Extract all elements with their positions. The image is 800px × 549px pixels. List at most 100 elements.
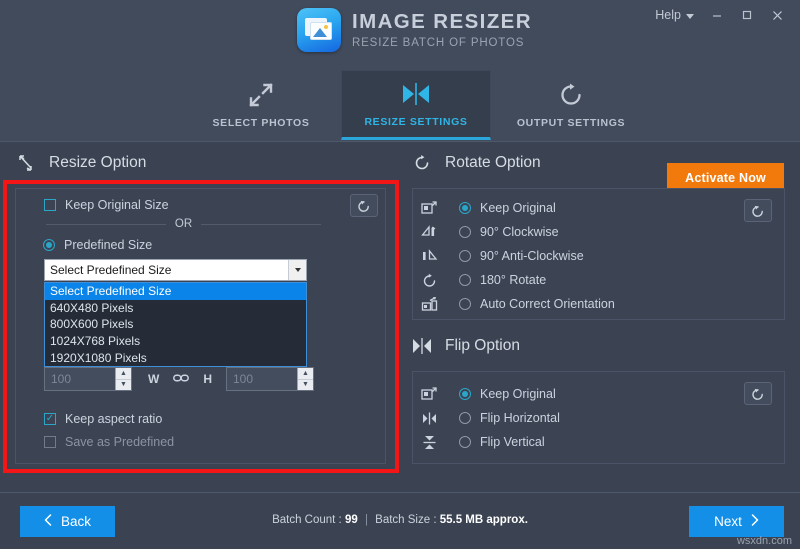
rotate-keep-original-radio[interactable]	[459, 202, 471, 214]
flip-keep-original-radio[interactable]	[459, 388, 471, 400]
rotate-option-180[interactable]: 180° Rotate	[413, 268, 784, 292]
flip-vertical-icon	[413, 434, 445, 451]
flip-option-keep-original[interactable]: Keep Original	[413, 382, 784, 406]
title-bar: IMAGE RESIZER RESIZE BATCH OF PHOTOS Hel…	[0, 0, 800, 62]
refresh-circle-icon	[561, 83, 581, 105]
dimension-row: 100 ▲ ▼ W H 100 ▲ ▼	[44, 367, 314, 391]
keep-original-size-checkbox[interactable]	[44, 199, 56, 211]
chevron-down-icon	[686, 13, 694, 19]
width-input[interactable]: 100	[45, 368, 115, 390]
rotate-option-90-anticlockwise[interactable]: 90° Anti-Clockwise	[413, 244, 784, 268]
auto-orient-icon	[413, 296, 445, 313]
minimize-icon[interactable]	[702, 1, 732, 29]
app-branding: IMAGE RESIZER RESIZE BATCH OF PHOTOS	[297, 8, 532, 52]
rotate-reset-button[interactable]	[744, 199, 772, 222]
image-stack-icon	[297, 8, 341, 52]
resize-hourglass-icon	[403, 82, 429, 105]
flip-horizontal-icon	[413, 410, 445, 427]
tab-resize-settings-label: RESIZE SETTINGS	[364, 115, 468, 128]
save-as-predefined-row[interactable]: Save as Predefined	[44, 435, 174, 449]
spinner-down-icon[interactable]: ▼	[116, 378, 131, 391]
rotate-option-keep-original[interactable]: Keep Original	[413, 196, 784, 220]
flip-option-title: Flip Option	[445, 337, 520, 354]
watermark: wsxdn.com	[736, 535, 792, 547]
tab-output-settings[interactable]: OUTPUT SETTINGS	[496, 70, 646, 140]
rotate-90-anticlockwise-radio[interactable]	[459, 250, 471, 262]
keep-original-icon	[413, 386, 445, 403]
tab-resize-settings[interactable]: RESIZE SETTINGS	[341, 70, 491, 140]
dropdown-option[interactable]: 800X600 Pixels	[45, 316, 306, 333]
diagonal-resize-icon	[16, 153, 36, 173]
dropdown-option[interactable]: 1024X768 Pixels	[45, 333, 306, 350]
tab-output-settings-label: OUTPUT SETTINGS	[516, 116, 626, 129]
predefined-size-radio[interactable]	[43, 239, 55, 251]
rotate-180-radio[interactable]	[459, 274, 471, 286]
close-icon[interactable]	[762, 1, 792, 29]
spinner-up-icon[interactable]: ▲	[116, 368, 131, 379]
chevron-down-icon[interactable]	[288, 260, 306, 280]
keep-original-size-label: Keep Original Size	[65, 198, 169, 212]
batch-info-separator: |	[364, 514, 368, 526]
rotate-option-panel: Keep Original 90° Clockwise 90° Anti-Clo…	[412, 188, 785, 320]
tab-bar: SELECT PHOTOS RESIZE SETTINGS OUTPUT SET…	[0, 62, 800, 193]
tab-select-photos-label: SELECT PHOTOS	[212, 116, 310, 129]
flip-option-horizontal[interactable]: Flip Horizontal	[413, 406, 784, 430]
rotate-auto-correct-label: Auto Correct Orientation	[480, 297, 615, 311]
height-input[interactable]: 100	[227, 368, 297, 390]
or-divider: OR	[46, 218, 321, 230]
tab-select-photos[interactable]: SELECT PHOTOS	[186, 70, 336, 140]
flip-hourglass-icon	[412, 336, 432, 356]
rotate-180-label: 180° Rotate	[480, 273, 547, 287]
flip-option-header: Flip Option	[412, 336, 520, 356]
next-button[interactable]: Next	[689, 506, 784, 537]
chain-link-icon[interactable]	[173, 370, 190, 388]
flip-horizontal-label: Flip Horizontal	[480, 411, 560, 425]
batch-count-label: Batch Count :	[272, 514, 342, 526]
help-label: Help	[655, 8, 681, 22]
next-button-label: Next	[714, 514, 742, 529]
image-resizer-window: IMAGE RESIZER RESIZE BATCH OF PHOTOS Hel…	[0, 0, 800, 549]
bottom-bar: Back Batch Count : 99 | Batch Size : 55.…	[0, 492, 800, 549]
spinner-up-icon[interactable]: ▲	[298, 368, 313, 379]
predefined-size-dropdown-list[interactable]: Select Predefined Size 640X480 Pixels 80…	[44, 282, 307, 367]
resize-option-title: Resize Option	[49, 154, 147, 171]
rotate-option-90-clockwise[interactable]: 90° Clockwise	[413, 220, 784, 244]
dropdown-option[interactable]: 640X480 Pixels	[45, 300, 306, 317]
rotate-option-auto-correct[interactable]: Auto Correct Orientation	[413, 292, 784, 316]
keep-aspect-ratio-row[interactable]: Keep aspect ratio	[44, 412, 162, 426]
flip-vertical-label: Flip Vertical	[480, 435, 545, 449]
dropdown-option[interactable]: 1920X1080 Pixels	[45, 349, 306, 366]
reset-arrow-icon	[752, 205, 763, 217]
flip-horizontal-radio[interactable]	[459, 412, 471, 424]
expand-arrows-icon	[249, 82, 273, 107]
help-menu-button[interactable]: Help	[647, 1, 702, 29]
save-as-predefined-checkbox[interactable]	[44, 436, 56, 448]
predefined-size-select[interactable]: Select Predefined Size	[44, 259, 307, 281]
dropdown-option[interactable]: Select Predefined Size	[45, 283, 306, 300]
predefined-size-row[interactable]: Predefined Size	[43, 238, 152, 252]
spinner-down-icon[interactable]: ▼	[298, 378, 313, 391]
resize-reset-button[interactable]	[350, 194, 378, 217]
or-label: OR	[174, 218, 193, 230]
height-spinner-buttons[interactable]: ▲ ▼	[297, 368, 313, 390]
rotate-90-clockwise-radio[interactable]	[459, 226, 471, 238]
rotate-ccw-90-icon	[413, 248, 445, 265]
predefined-size-label: Predefined Size	[64, 238, 153, 252]
keep-aspect-ratio-checkbox[interactable]	[44, 413, 56, 425]
refresh-circle-icon	[412, 153, 432, 173]
batch-count-value: 99	[344, 514, 358, 526]
flip-option-vertical[interactable]: Flip Vertical	[413, 430, 784, 454]
width-spinner-buttons[interactable]: ▲ ▼	[115, 368, 131, 390]
rotate-auto-correct-radio[interactable]	[459, 298, 471, 310]
rotate-90-clockwise-label: 90° Clockwise	[480, 225, 559, 239]
flip-vertical-radio[interactable]	[459, 436, 471, 448]
height-stepper[interactable]: 100 ▲ ▼	[226, 367, 314, 391]
maximize-icon[interactable]	[732, 1, 762, 29]
rotate-90-anticlockwise-label: 90° Anti-Clockwise	[480, 249, 584, 263]
app-title: IMAGE RESIZER	[352, 10, 532, 34]
rotate-cw-90-icon	[413, 224, 445, 241]
width-stepper[interactable]: 100 ▲ ▼	[44, 367, 132, 391]
rotate-option-title: Rotate Option	[445, 154, 541, 171]
flip-reset-button[interactable]	[744, 382, 772, 405]
keep-original-size-row[interactable]: Keep Original Size	[44, 198, 169, 212]
